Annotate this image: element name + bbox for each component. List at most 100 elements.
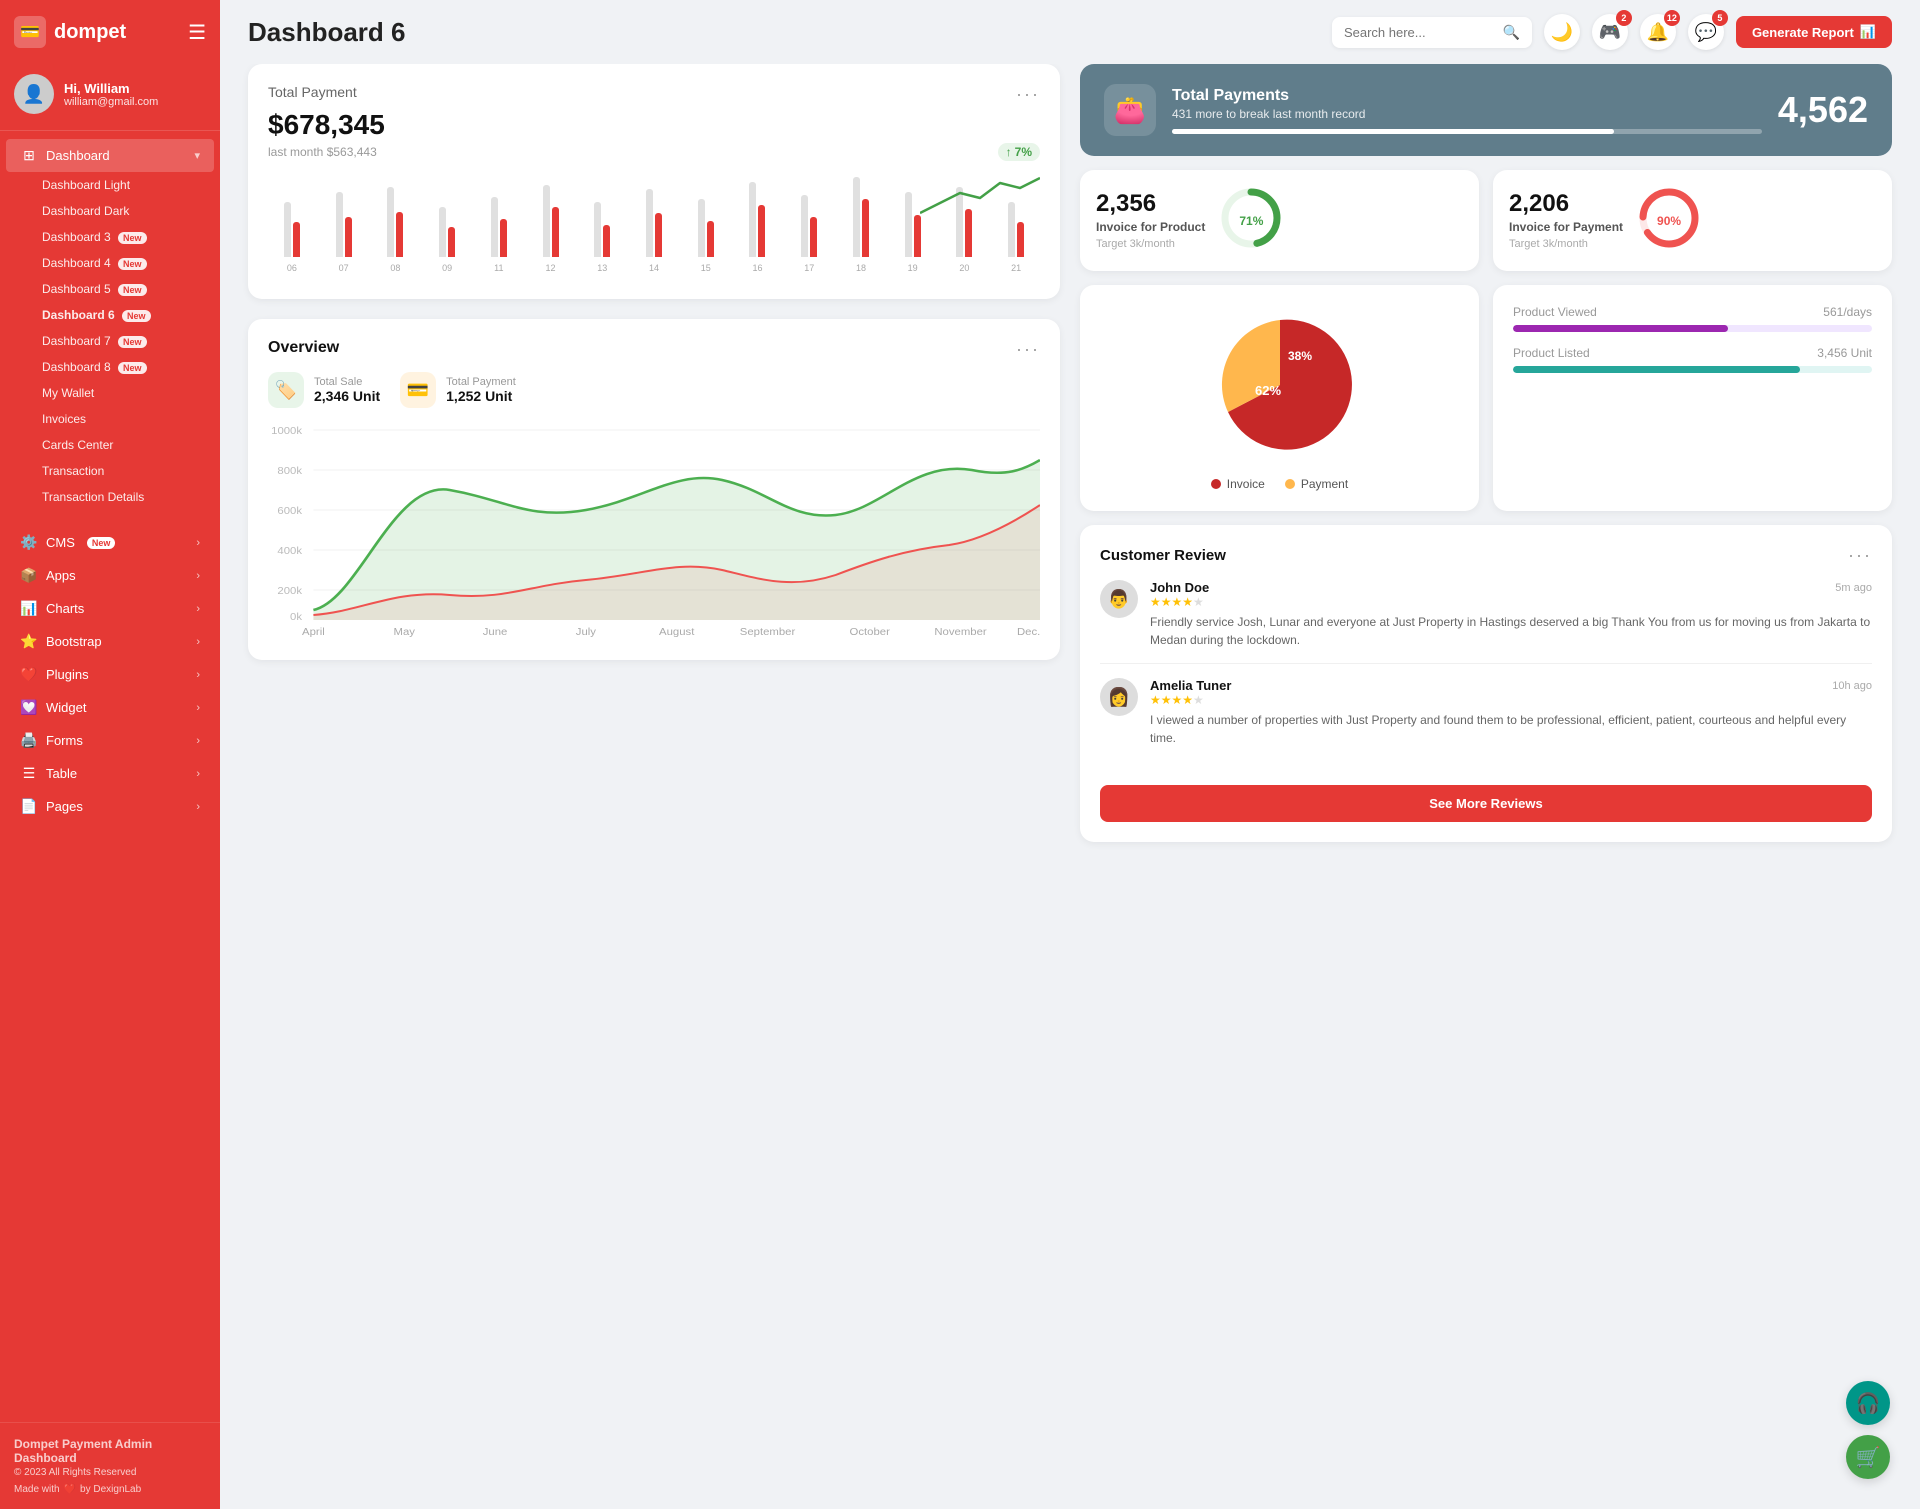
bar-label: 15 bbox=[701, 263, 711, 273]
invoice-product-card: 2,356 Invoice for Product Target 3k/mont… bbox=[1080, 170, 1479, 271]
total-payment-stat: 💳 Total Payment 1,252 Unit bbox=[400, 372, 516, 408]
see-more-reviews-button[interactable]: See More Reviews bbox=[1100, 785, 1872, 822]
sidebar-item-apps[interactable]: 📦 Apps › bbox=[6, 559, 214, 592]
overview-menu-btn[interactable]: ··· bbox=[1016, 339, 1040, 360]
bar-pair bbox=[734, 182, 782, 257]
bar-group: 17 bbox=[785, 195, 833, 273]
sidebar-item-cms[interactable]: ⚙️ CMS New › bbox=[6, 526, 214, 559]
review-item-1: 👨 John Doe 5m ago ★★★★★ Friendly service… bbox=[1100, 580, 1872, 664]
gray-bar bbox=[905, 192, 912, 257]
message-icon: 💬 bbox=[1695, 22, 1717, 43]
sidebar-item-transaction[interactable]: Transaction bbox=[6, 458, 214, 484]
left-column: Total Payment ··· $678,345 last month $5… bbox=[248, 64, 1060, 842]
cart-float-btn[interactable]: 🛒 bbox=[1846, 1435, 1890, 1479]
chevron-right-icon-7: › bbox=[196, 735, 200, 747]
topbar: Dashboard 6 🔍 🌙 🎮 2 🔔 12 💬 5 Gen bbox=[220, 0, 1920, 64]
reviewer-name-1: John Doe bbox=[1150, 580, 1209, 595]
bar-group: 08 bbox=[371, 187, 419, 273]
invoice-legend: Invoice bbox=[1211, 477, 1265, 491]
chevron-right-icon-6: › bbox=[196, 702, 200, 714]
card-menu-btn[interactable]: ··· bbox=[1016, 84, 1040, 105]
sidebar-item-table[interactable]: ☰ Table › bbox=[6, 757, 214, 790]
sidebar-item-invoices[interactable]: Invoices bbox=[6, 406, 214, 432]
gray-bar bbox=[491, 197, 498, 257]
customer-review-card: Customer Review ··· 👨 John Doe 5m ago bbox=[1080, 525, 1892, 842]
bar-pair bbox=[423, 207, 471, 257]
avatar: 👤 bbox=[14, 74, 54, 114]
review-time-1: 5m ago bbox=[1835, 582, 1872, 594]
bell-badge: 12 bbox=[1664, 10, 1680, 26]
chevron-right-icon-2: › bbox=[196, 570, 200, 582]
red-bar bbox=[1017, 222, 1024, 257]
generate-report-button[interactable]: Generate Report 📊 bbox=[1736, 16, 1892, 48]
sidebar-item-dashboard-7[interactable]: Dashboard 7 New bbox=[6, 328, 214, 354]
svg-text:400k: 400k bbox=[277, 546, 302, 557]
bar-group: 07 bbox=[320, 192, 368, 273]
bar-label: 11 bbox=[494, 263, 503, 273]
sidebar-item-plugins[interactable]: ❤️ Plugins › bbox=[6, 658, 214, 691]
sidebar-item-dashboard-light[interactable]: Dashboard Light bbox=[6, 172, 214, 198]
sidebar-item-pages[interactable]: 📄 Pages › bbox=[6, 790, 214, 823]
message-badge: 5 bbox=[1712, 10, 1728, 26]
pie-chart-card: 62% 38% Invoice Payment bbox=[1080, 285, 1479, 511]
games-badge: 2 bbox=[1616, 10, 1632, 26]
total-payment-title: Total Payment bbox=[268, 84, 357, 100]
search-box[interactable]: 🔍 bbox=[1332, 17, 1532, 48]
red-bar bbox=[396, 212, 403, 257]
bell-notifications-btn[interactable]: 🔔 12 bbox=[1640, 14, 1676, 50]
donut-label-2: 90% bbox=[1657, 214, 1681, 228]
review-menu-btn[interactable]: ··· bbox=[1848, 545, 1872, 566]
trend-line-svg bbox=[920, 173, 1040, 223]
page-title: Dashboard 6 bbox=[248, 17, 406, 48]
payment-legend-label: Payment bbox=[1301, 477, 1348, 491]
sidebar-item-widget[interactable]: 💟 Widget › bbox=[6, 691, 214, 724]
hamburger-icon[interactable]: ☰ bbox=[188, 20, 206, 45]
search-input[interactable] bbox=[1344, 25, 1495, 40]
heart-icon: ❤️ bbox=[64, 1484, 76, 1495]
review-time-2: 10h ago bbox=[1832, 680, 1872, 692]
product-listed-header: Product Listed 3,456 Unit bbox=[1513, 346, 1872, 360]
cms-label: CMS bbox=[46, 535, 75, 550]
svg-text:July: July bbox=[576, 627, 597, 638]
games-notifications-btn[interactable]: 🎮 2 bbox=[1592, 14, 1628, 50]
bar-pair bbox=[320, 192, 368, 257]
sidebar-item-my-wallet[interactable]: My Wallet bbox=[6, 380, 214, 406]
sidebar-item-dashboard-8[interactable]: Dashboard 8 New bbox=[6, 354, 214, 380]
sidebar-item-charts[interactable]: 📊 Charts › bbox=[6, 592, 214, 625]
bar-pair bbox=[268, 202, 316, 257]
product-viewed-label: Product Viewed bbox=[1513, 305, 1597, 319]
banner-progress-fill bbox=[1172, 129, 1614, 134]
sidebar-item-transaction-details[interactable]: Transaction Details bbox=[6, 484, 214, 510]
logo-icon: 💳 bbox=[14, 16, 46, 48]
sidebar-item-forms[interactable]: 🖨️ Forms › bbox=[6, 724, 214, 757]
sidebar-item-dashboard[interactable]: ⊞ Dashboard ▾ bbox=[6, 139, 214, 172]
svg-text:August: August bbox=[659, 627, 694, 638]
banner-subtitle: 431 more to break last month record bbox=[1172, 107, 1762, 121]
invoice-product-label: Invoice for Product bbox=[1096, 220, 1205, 234]
trend-pct: 7% bbox=[1015, 145, 1032, 159]
invoice-payment-donut: 90% bbox=[1637, 186, 1701, 255]
reviewer-info-2: Amelia Tuner 10h ago ★★★★★ I viewed a nu… bbox=[1150, 678, 1872, 747]
sidebar-item-dashboard-dark[interactable]: Dashboard Dark bbox=[6, 198, 214, 224]
sidebar-item-bootstrap[interactable]: ⭐ Bootstrap › bbox=[6, 625, 214, 658]
chevron-right-icon-4: › bbox=[196, 636, 200, 648]
bar-label: 12 bbox=[546, 263, 556, 273]
bar-pair bbox=[682, 199, 730, 257]
card-header: Total Payment ··· bbox=[268, 84, 1040, 105]
sidebar-item-dashboard-6[interactable]: Dashboard 6 New bbox=[6, 302, 214, 328]
gray-bar bbox=[646, 189, 653, 257]
theme-toggle-btn[interactable]: 🌙 bbox=[1544, 14, 1580, 50]
charts-icon: 📊 bbox=[20, 600, 38, 617]
sidebar-logo: 💳 dompet bbox=[14, 16, 126, 48]
sidebar-item-cards-center[interactable]: Cards Center bbox=[6, 432, 214, 458]
game-icon: 🎮 bbox=[1599, 22, 1621, 43]
total-sale-value: 2,346 Unit bbox=[314, 388, 380, 404]
bar-pair bbox=[630, 189, 678, 257]
sidebar-item-dashboard-3[interactable]: Dashboard 3 New bbox=[6, 224, 214, 250]
support-float-btn[interactable]: 🎧 bbox=[1846, 1381, 1890, 1425]
sidebar-item-dashboard-4[interactable]: Dashboard 4 New bbox=[6, 250, 214, 276]
nav-dashboard-section: ⊞ Dashboard ▾ Dashboard Light Dashboard … bbox=[0, 131, 220, 518]
sidebar-item-dashboard-5[interactable]: Dashboard 5 New bbox=[6, 276, 214, 302]
red-bar bbox=[655, 213, 662, 257]
message-notifications-btn[interactable]: 💬 5 bbox=[1688, 14, 1724, 50]
